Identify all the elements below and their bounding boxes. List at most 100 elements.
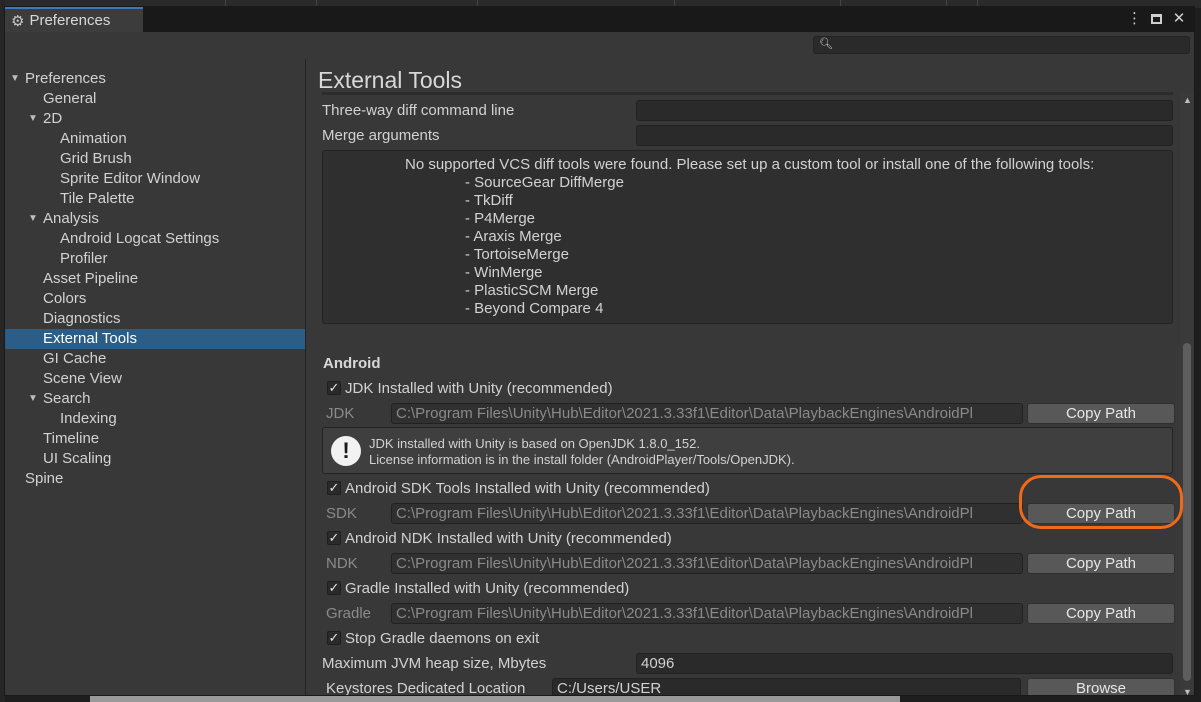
- sidebar-item-label: Grid Brush: [60, 150, 132, 167]
- close-icon[interactable]: ✕: [1172, 10, 1186, 28]
- vcs-tool-item: - WinMerge: [465, 264, 543, 281]
- sidebar-item-label: Search: [43, 390, 91, 407]
- sidebar-item-label: Diagnostics: [43, 310, 121, 327]
- sidebar-item-general[interactable]: General: [5, 89, 305, 109]
- expand-arrow-icon[interactable]: ▼: [28, 209, 38, 229]
- sidebar-item-colors[interactable]: Colors: [5, 289, 305, 309]
- expand-arrow-icon[interactable]: ▼: [28, 389, 38, 409]
- stop-gradle-checkbox[interactable]: ✓: [327, 631, 341, 645]
- expand-arrow-icon[interactable]: ▼: [10, 69, 20, 89]
- sidebar-item-preferences[interactable]: ▼ Preferences: [5, 69, 305, 89]
- sdk-checkbox[interactable]: ✓: [327, 481, 341, 495]
- sidebar-item-label: Tile Palette: [60, 190, 135, 207]
- sidebar-item-diagnostics[interactable]: Diagnostics: [5, 309, 305, 329]
- jdk-info-line: License information is in the install fo…: [369, 452, 795, 467]
- sidebar-item-external-tools[interactable]: External Tools: [5, 329, 305, 349]
- sidebar-item-spine[interactable]: Spine: [5, 469, 305, 489]
- sidebar-item-asset-pipeline[interactable]: Asset Pipeline: [5, 269, 305, 289]
- gradle-checkbox[interactable]: ✓: [327, 581, 341, 595]
- expand-arrow-icon[interactable]: ▼: [28, 109, 38, 129]
- android-section-heading: Android: [323, 355, 381, 372]
- jdk-checkbox[interactable]: ✓: [327, 381, 341, 395]
- window-controls: ⋮ ✕: [1127, 10, 1186, 28]
- maximize-icon[interactable]: [1151, 14, 1162, 24]
- sidebar-item-label: Preferences: [25, 70, 106, 87]
- vcs-tool-item: - TortoiseMerge: [465, 246, 569, 263]
- vcs-tool-item: - Beyond Compare 4: [465, 300, 604, 317]
- merge-arguments-label: Merge arguments: [322, 127, 440, 144]
- jdk-copy-path-button[interactable]: Copy Path: [1027, 403, 1175, 424]
- gradle-copy-path-button[interactable]: Copy Path: [1027, 603, 1175, 624]
- merge-arguments-input[interactable]: [636, 125, 1173, 146]
- sidebar-item-label: Spine: [25, 470, 64, 487]
- sidebar-item-profiler[interactable]: Profiler: [5, 249, 305, 269]
- sidebar-item-label: UI Scaling: [43, 450, 112, 467]
- ndk-copy-path-button[interactable]: Copy Path: [1027, 553, 1175, 574]
- jvm-heap-input[interactable]: 4096: [636, 653, 1173, 674]
- gradle-path-field: C:\Program Files\Unity\Hub\Editor\2021.3…: [391, 603, 1023, 624]
- scrollbar-thumb[interactable]: [1183, 343, 1191, 681]
- sidebar-item-grid-brush[interactable]: Grid Brush: [5, 149, 305, 169]
- gear-icon: ⚙: [11, 12, 25, 30]
- sidebar-item-android-logcat-settings[interactable]: Android Logcat Settings: [5, 229, 305, 249]
- sdk-label: SDK: [326, 505, 357, 522]
- sidebar-item-label: Scene View: [43, 370, 122, 387]
- sidebar-item-ui-scaling[interactable]: UI Scaling: [5, 449, 305, 469]
- browse-button[interactable]: Browse: [1027, 678, 1175, 695]
- sidebar-item-indexing[interactable]: Indexing: [5, 409, 305, 429]
- exclamation-icon: !: [331, 436, 361, 466]
- sdk-checkbox-label: Android SDK Tools Installed with Unity (…: [345, 480, 710, 497]
- sidebar-item-label: Indexing: [60, 410, 117, 427]
- content-scrollbar[interactable]: ▲ ▼: [1180, 93, 1194, 695]
- sidebar-item-label: Timeline: [43, 430, 100, 447]
- search-icon: 🔍︎: [819, 38, 833, 50]
- ndk-path-field: C:\Program Files\Unity\Hub\Editor\2021.3…: [391, 553, 1023, 574]
- keystores-path-input[interactable]: C:/Users/USER: [552, 678, 1021, 695]
- sidebar-item-sprite-editor-window[interactable]: Sprite Editor Window: [5, 169, 305, 189]
- sidebar-item-label: 2D: [43, 110, 63, 127]
- sidebar-item-timeline[interactable]: Timeline: [5, 429, 305, 449]
- page-title: External Tools: [318, 67, 463, 93]
- ndk-checkbox-label: Android NDK Installed with Unity (recomm…: [345, 530, 672, 547]
- kebab-menu-icon[interactable]: ⋮: [1127, 10, 1142, 28]
- jdk-path-field: C:\Program Files\Unity\Hub\Editor\2021.3…: [391, 403, 1023, 424]
- jdk-info-line: JDK installed with Unity is based on Ope…: [369, 436, 700, 451]
- threeway-diff-input[interactable]: [636, 100, 1173, 121]
- sidebar-item-label: Sprite Editor Window: [60, 170, 201, 187]
- sidebar-item-label: GI Cache: [43, 350, 107, 367]
- sidebar-item-animation[interactable]: Animation: [5, 129, 305, 149]
- sidebar-item-scene-view[interactable]: Scene View: [5, 369, 305, 389]
- sidebar-item-label: Colors: [43, 290, 87, 307]
- scroll-up-arrow-icon[interactable]: ▲: [1183, 95, 1192, 105]
- preferences-tab[interactable]: ⚙ Preferences: [5, 7, 143, 32]
- ndk-label: NDK: [326, 555, 358, 572]
- sidebar-item-label: Android Logcat Settings: [60, 230, 220, 247]
- divider: [322, 92, 1173, 95]
- sidebar-item-label: Profiler: [60, 250, 108, 267]
- keystores-label: Keystores Dedicated Location: [326, 680, 526, 696]
- jdk-checkbox-label: JDK Installed with Unity (recommended): [345, 380, 613, 397]
- sidebar-item-label: Asset Pipeline: [43, 270, 139, 287]
- external-tools-panel: External Tools Three-way diff command li…: [306, 59, 1194, 696]
- vcs-tool-item: - P4Merge: [465, 210, 536, 227]
- window-tab-bar: ⚙ Preferences ⋮ ✕: [5, 7, 1194, 32]
- search-input[interactable]: 🔍︎: [813, 36, 1190, 54]
- sdk-copy-path-button[interactable]: Copy Path: [1027, 503, 1175, 524]
- vcs-tool-item: - SourceGear DiffMerge: [465, 174, 624, 191]
- vcs-tool-item: - TkDiff: [465, 192, 513, 209]
- sidebar-item-tile-palette[interactable]: Tile Palette: [5, 189, 305, 209]
- sidebar-item-label: Animation: [60, 130, 127, 147]
- sidebar-item-2d[interactable]: ▼ 2D: [5, 109, 305, 129]
- ndk-checkbox[interactable]: ✓: [327, 531, 341, 545]
- scroll-down-arrow-icon[interactable]: ▼: [1183, 687, 1192, 695]
- sidebar-item-label: General: [43, 90, 97, 107]
- jdk-label: JDK: [326, 405, 355, 422]
- sdk-path-field: C:\Program Files\Unity\Hub\Editor\2021.3…: [391, 503, 1023, 524]
- preferences-window: ⚙ Preferences ⋮ ✕ 🔍︎ ▼ Preferences Gener…: [4, 6, 1195, 696]
- sidebar-item-search[interactable]: ▼ Search: [5, 389, 305, 409]
- sidebar-item-label: External Tools: [43, 330, 137, 347]
- sidebar-item-gi-cache[interactable]: GI Cache: [5, 349, 305, 369]
- vcs-message: No supported VCS diff tools were found. …: [405, 156, 1095, 173]
- sidebar-item-analysis[interactable]: ▼ Analysis: [5, 209, 305, 229]
- stop-gradle-label: Stop Gradle daemons on exit: [345, 630, 540, 647]
